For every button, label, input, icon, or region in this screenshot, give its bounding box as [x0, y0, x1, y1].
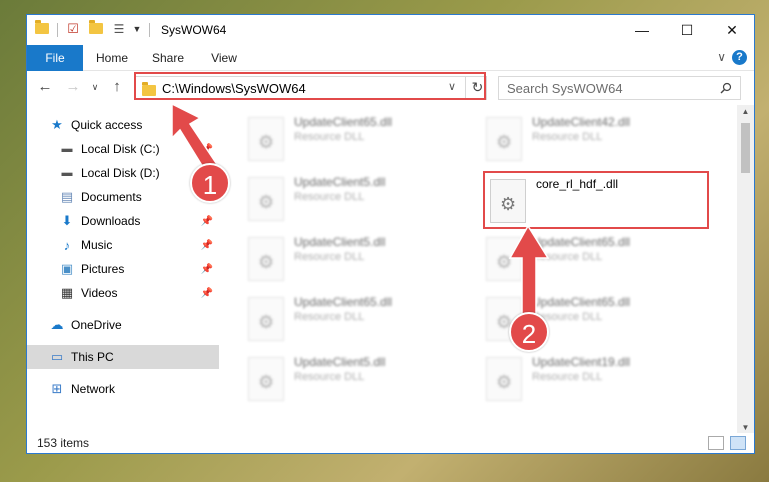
- sidebar-item-label: Local Disk (D:): [81, 166, 160, 180]
- new-folder-icon[interactable]: [89, 20, 103, 34]
- sidebar-item-label: This PC: [71, 350, 114, 364]
- details-view-icon[interactable]: [708, 436, 724, 450]
- tab-view[interactable]: View: [199, 45, 249, 71]
- file-type: Resource DLL: [532, 371, 603, 383]
- status-bar: 153 items: [27, 433, 754, 453]
- step-badge-2: 2: [509, 312, 549, 352]
- file-type: Resource DLL: [294, 371, 365, 383]
- minimize-button[interactable]: —: [619, 15, 665, 45]
- list-item[interactable]: UpdateClient65.dll Resource DLL: [248, 293, 478, 349]
- dll-file-icon: [486, 117, 522, 161]
- sidebar-item-label: Quick access: [71, 118, 143, 132]
- customize-icon[interactable]: ☰: [111, 21, 127, 37]
- sidebar-item-this-pc[interactable]: ▭ This PC: [27, 345, 219, 369]
- sidebar-item-label: OneDrive: [71, 318, 122, 332]
- tab-share[interactable]: Share: [143, 45, 193, 71]
- dll-file-icon: [248, 357, 284, 401]
- forward-arrow-icon[interactable]: →: [63, 78, 83, 95]
- star-icon: ★: [51, 117, 63, 132]
- sidebar-item-music[interactable]: ♪ Music 📌: [27, 233, 219, 257]
- file-name: UpdateClient19.dll: [532, 355, 631, 369]
- scroll-up-icon[interactable]: ▲: [737, 105, 754, 119]
- dll-file-icon: [486, 357, 522, 401]
- tab-home[interactable]: Home: [87, 45, 137, 71]
- file-type: Resource DLL: [294, 311, 365, 323]
- sidebar-item-pictures[interactable]: ▣ Pictures 📌: [27, 257, 219, 281]
- list-item[interactable]: UpdateClient5.dll Resource DLL: [248, 233, 478, 289]
- sidebar-item-downloads[interactable]: ⬇ Downloads 📌: [27, 209, 219, 233]
- sidebar-item-label: Music: [81, 238, 113, 252]
- pin-icon[interactable]: 📌: [201, 240, 213, 251]
- file-type: Resource DLL: [294, 131, 365, 143]
- expand-ribbon-icon[interactable]: ∨: [717, 50, 726, 64]
- search-icon: [720, 82, 732, 94]
- sidebar-item-label: Pictures: [81, 262, 125, 276]
- properties-icon[interactable]: ☑: [65, 21, 81, 37]
- pc-icon: ▭: [50, 349, 64, 364]
- window-title: SysWOW64: [161, 23, 227, 37]
- back-arrow-icon[interactable]: ←: [35, 78, 55, 95]
- tab-file[interactable]: File: [27, 45, 83, 71]
- divider: [149, 23, 150, 37]
- file-name: UpdateClient5.dll: [294, 175, 386, 189]
- sidebar-item-videos[interactable]: ▦ Videos 📌: [27, 281, 219, 305]
- music-icon: ♪: [63, 237, 71, 253]
- large-icons-view-icon[interactable]: [730, 436, 746, 450]
- ribbon-tabs: File Home Share View ∨ ?: [27, 45, 754, 71]
- dll-file-icon: [248, 237, 284, 281]
- drive-icon: ▬: [61, 167, 73, 179]
- list-item[interactable]: UpdateClient19.dll Resource DLL: [486, 353, 716, 409]
- vertical-scrollbar[interactable]: ▲ ▼: [737, 105, 754, 435]
- list-item[interactable]: UpdateClient5.dll Resource DLL: [248, 173, 478, 229]
- title-bar: ☑ ☰ ▼ SysWOW64 — ☐ ✕: [27, 15, 754, 45]
- sidebar-item-label: Local Disk (C:): [81, 142, 160, 156]
- search-placeholder: Search SysWOW64: [507, 81, 623, 96]
- item-count: 153 items: [37, 436, 90, 450]
- file-type: Resource DLL: [294, 251, 365, 263]
- close-button[interactable]: ✕: [709, 15, 754, 45]
- search-input[interactable]: Search SysWOW64: [498, 76, 741, 100]
- file-highlight-box: [483, 171, 709, 229]
- divider: [57, 23, 58, 37]
- documents-icon: ▤: [60, 189, 74, 204]
- file-name: UpdateClient65.dll: [294, 295, 393, 309]
- folder-icon: [35, 20, 49, 34]
- sidebar-item-label: Videos: [81, 286, 118, 300]
- file-name: UpdateClient5.dll: [294, 235, 386, 249]
- pictures-icon: ▣: [60, 261, 74, 276]
- list-item[interactable]: UpdateClient5.dll Resource DLL: [248, 353, 478, 409]
- videos-icon: ▦: [60, 285, 74, 300]
- dll-file-icon: [248, 297, 284, 341]
- list-item[interactable]: UpdateClient65.dll Resource DLL: [248, 113, 478, 169]
- sidebar-item-label: Downloads: [81, 214, 141, 228]
- up-arrow-icon[interactable]: ↑: [107, 78, 127, 95]
- pin-icon[interactable]: 📌: [201, 288, 213, 299]
- maximize-button[interactable]: ☐: [664, 15, 710, 45]
- list-item[interactable]: UpdateClient42.dll Resource DLL: [486, 113, 716, 169]
- download-icon: ⬇: [61, 213, 73, 228]
- sidebar-item-network[interactable]: ⊞ Network: [27, 377, 219, 401]
- file-type: Resource DLL: [294, 191, 365, 203]
- file-name: UpdateClient42.dll: [532, 115, 631, 129]
- file-name: UpdateClient65.dll: [294, 115, 393, 129]
- sidebar-item-label: Documents: [81, 190, 142, 204]
- file-name: UpdateClient5.dll: [294, 355, 386, 369]
- cloud-icon: ☁: [50, 317, 64, 332]
- scroll-thumb[interactable]: [741, 123, 750, 173]
- help-icon[interactable]: ?: [732, 50, 747, 65]
- sidebar-item-label: Network: [71, 382, 116, 396]
- step-badge-1: 1: [190, 163, 230, 203]
- pin-icon[interactable]: 📌: [201, 264, 213, 275]
- dropdown-arrow-icon[interactable]: ▼: [131, 21, 143, 37]
- network-icon: ⊞: [51, 381, 63, 396]
- recent-locations-icon[interactable]: ∨: [85, 82, 105, 93]
- file-type: Resource DLL: [532, 131, 603, 143]
- pin-icon[interactable]: 📌: [201, 216, 213, 227]
- sidebar-item-onedrive[interactable]: ☁ OneDrive: [27, 313, 219, 337]
- file-list: UpdateClient65.dll Resource DLL UpdateCl…: [220, 105, 736, 425]
- drive-icon: ▬: [61, 143, 73, 155]
